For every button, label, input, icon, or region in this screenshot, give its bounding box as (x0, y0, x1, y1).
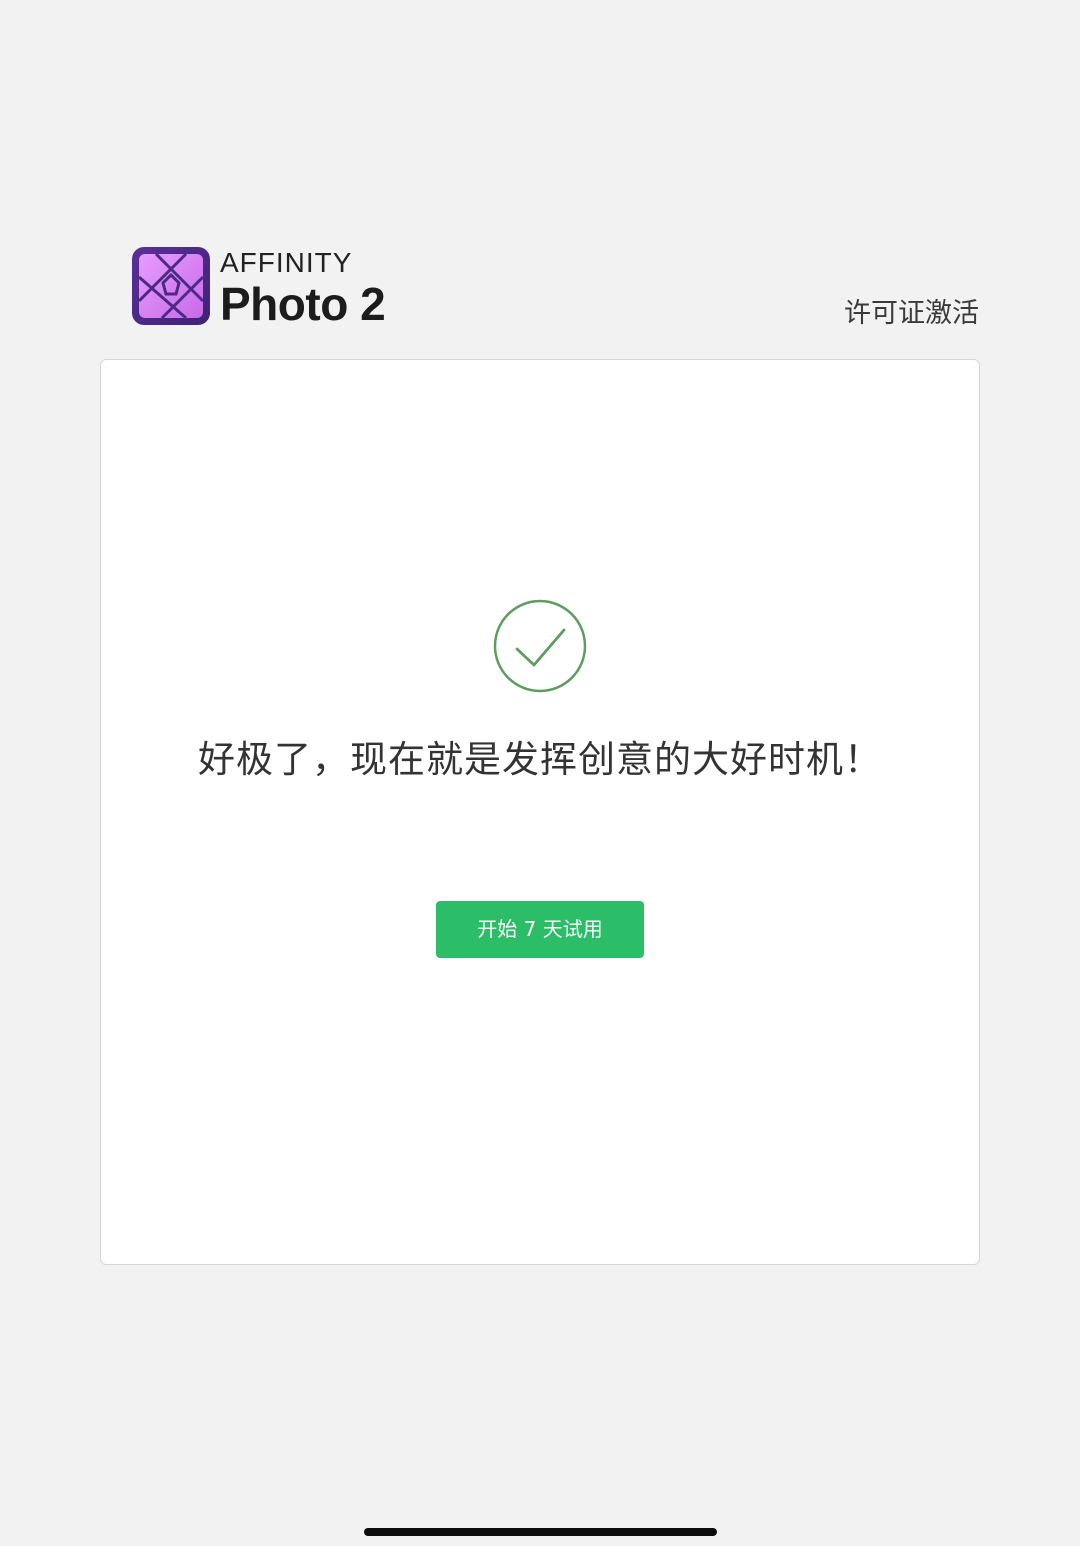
welcome-card: 好极了，现在就是发挥创意的大好时机！ 开始 7 天试用 (100, 359, 980, 1265)
product-name: Photo 2 (220, 278, 386, 330)
affinity-photo-logo-icon (132, 247, 210, 325)
brand-wordmark: AFFINITY Photo 2 (220, 247, 386, 330)
check-circle-icon (493, 599, 587, 693)
start-trial-button[interactable]: 开始 7 天试用 (436, 901, 644, 958)
app-header: AFFINITY Photo 2 许可证激活 (0, 0, 1080, 360)
brand-name-small: AFFINITY (220, 247, 353, 278)
license-activation-link[interactable]: 许可证激活 (844, 296, 979, 332)
home-indicator[interactable] (364, 1528, 717, 1536)
success-message: 好极了，现在就是发挥创意的大好时机！ (198, 738, 882, 781)
